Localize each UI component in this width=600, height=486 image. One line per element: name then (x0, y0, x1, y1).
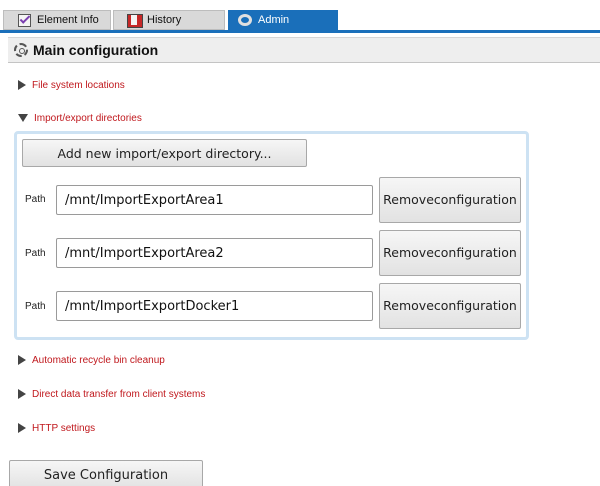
remove-configuration-button[interactable]: Remove configuration (379, 177, 521, 223)
section-label: Direct data transfer from client systems (32, 388, 206, 400)
tab-bar: Element Info History Admin (0, 0, 600, 30)
path-input[interactable]: /mnt/ImportExportArea1 (56, 185, 373, 215)
remove-label-line1: Remove (383, 298, 434, 313)
tab-element-info[interactable]: Element Info (3, 10, 111, 30)
remove-label-line1: Remove (383, 245, 434, 260)
section-label: Import/export directories (34, 112, 142, 124)
gear-icon (14, 43, 28, 57)
section-automatic-recycle-bin-cleanup[interactable]: Automatic recycle bin cleanup (18, 353, 165, 367)
path-input[interactable]: /mnt/ImportExportDocker1 (56, 291, 373, 321)
path-label: Path (25, 248, 46, 259)
section-file-system-locations[interactable]: File system locations (18, 78, 125, 92)
history-icon (127, 14, 143, 28)
main-configuration-header: Main configuration (8, 37, 600, 63)
tab-bar-underline (0, 30, 600, 33)
import-export-panel: Add new import/export directory... Path … (14, 131, 529, 340)
path-input[interactable]: /mnt/ImportExportArea2 (56, 238, 373, 268)
remove-label-line2: configuration (433, 245, 517, 260)
section-direct-data-transfer[interactable]: Direct data transfer from client systems (18, 387, 205, 401)
section-label: Automatic recycle bin cleanup (32, 354, 165, 366)
tab-history[interactable]: History (113, 10, 225, 30)
tab-label: Admin (258, 14, 290, 26)
tab-label: History (147, 14, 182, 26)
path-label: Path (25, 301, 46, 312)
save-configuration-button[interactable]: Save Configuration (9, 460, 203, 486)
remove-label-line2: configuration (433, 298, 517, 313)
tab-admin[interactable]: Admin (228, 10, 338, 30)
remove-label-line2: configuration (433, 192, 517, 207)
collapse-triangle-icon (18, 114, 28, 122)
section-label: HTTP settings (32, 422, 96, 434)
section-http-settings[interactable]: HTTP settings (18, 421, 95, 435)
expand-triangle-icon (18, 80, 26, 90)
section-label: File system locations (32, 79, 125, 91)
page-title: Main configuration (33, 42, 159, 58)
admin-icon (238, 14, 252, 26)
section-import-export-directories[interactable]: Import/export directories (18, 111, 142, 125)
element-info-icon (17, 14, 31, 27)
add-import-export-directory-button[interactable]: Add new import/export directory... (22, 139, 307, 167)
path-label: Path (25, 194, 46, 205)
tab-label: Element Info (37, 14, 99, 26)
expand-triangle-icon (18, 355, 26, 365)
expand-triangle-icon (18, 389, 26, 399)
remove-configuration-button[interactable]: Remove configuration (379, 283, 521, 329)
remove-configuration-button[interactable]: Remove configuration (379, 230, 521, 276)
remove-label-line1: Remove (383, 192, 434, 207)
expand-triangle-icon (18, 423, 26, 433)
